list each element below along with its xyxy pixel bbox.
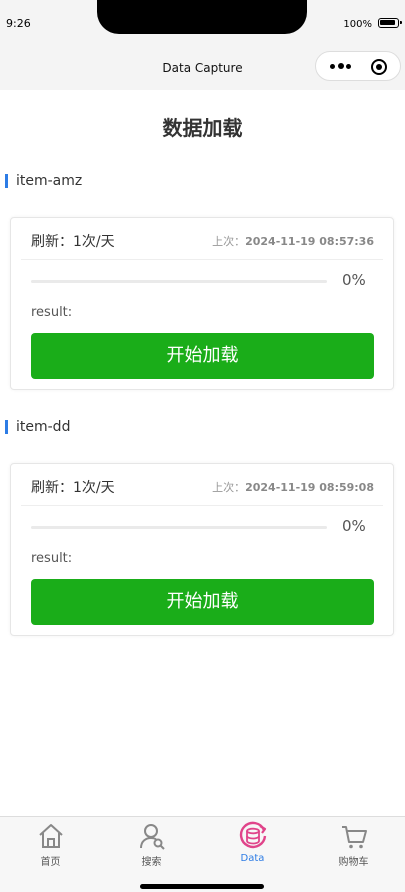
tab-label: 购物车 — [338, 857, 369, 868]
progress-percentage: 0% — [342, 517, 366, 535]
last-load-time: 上次：2024-11-19 08:57:36 — [212, 233, 374, 249]
tab-bar: 首页 搜索 Data 购物车 — [0, 816, 405, 892]
load-card-dd: 刷新：1次/天 上次：2024-11-19 08:59:08 0% result… — [10, 463, 394, 636]
start-load-button[interactable]: 开始加载 — [31, 333, 374, 379]
section-label-amz: item-amz — [5, 174, 82, 188]
mini-program-capsule — [315, 51, 401, 81]
tab-home[interactable]: 首页 — [0, 817, 101, 873]
progress-bar — [31, 526, 327, 529]
cart-icon — [342, 826, 367, 849]
tab-search[interactable]: 搜索 — [101, 817, 202, 873]
close-target-icon[interactable] — [371, 59, 387, 75]
database-refresh-icon — [239, 821, 267, 849]
section-label-dd: item-dd — [5, 420, 70, 434]
battery-icon — [378, 18, 402, 28]
progress-percentage: 0% — [342, 271, 366, 289]
divider — [21, 259, 383, 260]
home-indicator — [140, 884, 264, 889]
page-title: 数据加载 — [162, 116, 243, 140]
tab-label: 搜索 — [141, 857, 162, 868]
last-load-label: 上次： — [212, 481, 246, 494]
last-load-time: 上次：2024-11-19 08:59:08 — [212, 479, 374, 495]
battery-percentage: 100% — [343, 19, 372, 30]
tab-data[interactable]: Data — [202, 817, 303, 873]
progress-bar — [31, 280, 327, 283]
tab-label: Data — [240, 853, 265, 864]
navigation-bar: Data Capture — [0, 48, 405, 90]
tab-cart[interactable]: 购物车 — [303, 817, 404, 873]
status-time: 9:26 — [6, 17, 31, 30]
last-load-value: 2024-11-19 08:57:36 — [245, 235, 374, 248]
result-label: result: — [31, 551, 73, 566]
status-bar: 9:26 100% — [0, 0, 405, 48]
result-label: result: — [31, 305, 73, 320]
load-card-amz: 刷新：1次/天 上次：2024-11-19 08:57:36 0% result… — [10, 217, 394, 390]
start-load-button[interactable]: 开始加载 — [31, 579, 374, 625]
last-load-label: 上次： — [212, 235, 246, 248]
device-notch — [97, 0, 307, 34]
refresh-frequency: 刷新：1次/天 — [31, 234, 115, 250]
home-icon — [39, 824, 63, 848]
refresh-frequency: 刷新：1次/天 — [31, 480, 115, 496]
tab-label: 首页 — [40, 857, 61, 868]
search-user-icon — [140, 824, 165, 850]
more-icon[interactable] — [330, 63, 352, 69]
last-load-value: 2024-11-19 08:59:08 — [245, 481, 374, 494]
divider — [21, 505, 383, 506]
